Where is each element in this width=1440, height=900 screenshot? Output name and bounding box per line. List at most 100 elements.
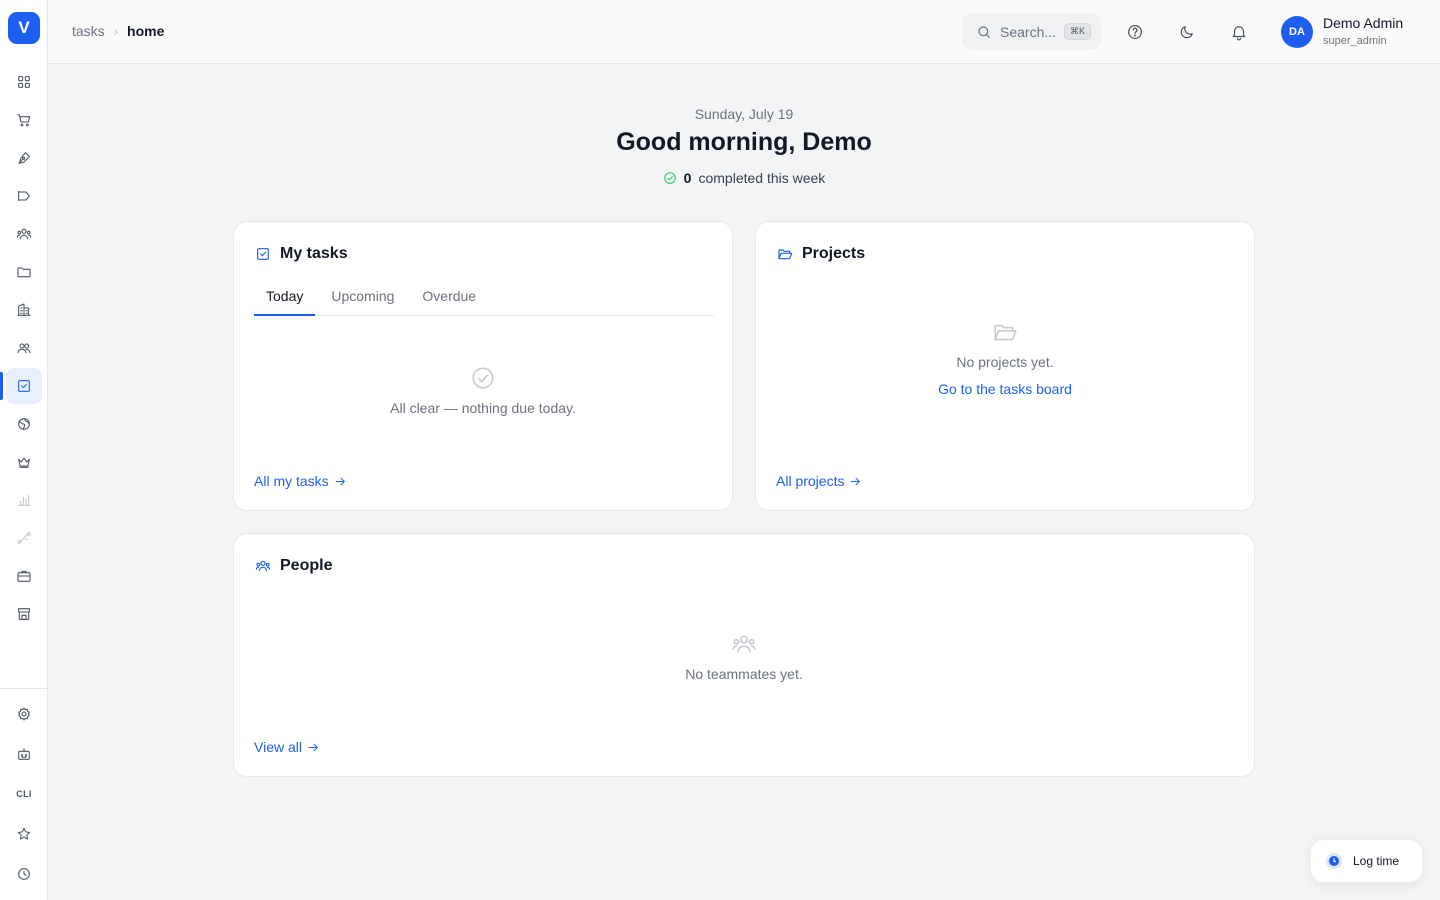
arrow-right-icon	[308, 743, 318, 751]
theme-toggle-button[interactable]	[1173, 18, 1201, 46]
projects-header: Projects	[777, 245, 865, 263]
search-input[interactable]: Search... ⌘K	[962, 13, 1101, 50]
pen-nib-icon	[18, 152, 30, 164]
sidebar-item-tasks[interactable]	[6, 368, 42, 404]
tab-overdue[interactable]: Overdue	[410, 284, 488, 316]
view-all-people-link[interactable]: View all	[254, 739, 320, 755]
view-all-label: View all	[254, 739, 302, 755]
megaphone-icon	[18, 190, 30, 202]
moon-icon	[1180, 26, 1193, 39]
sidebar-item-campaigns[interactable]	[6, 178, 42, 214]
timer-icon	[1326, 853, 1342, 869]
sidebar-item-membership[interactable]	[6, 444, 42, 480]
my-tasks-tabs: Today Upcoming Overdue	[254, 284, 714, 316]
sidebar-item-files[interactable]	[6, 254, 42, 290]
folder-open-icon	[756, 319, 1254, 350]
search-icon	[978, 25, 990, 38]
briefcase-icon	[17, 570, 31, 582]
people-header: People	[255, 557, 332, 575]
projects-empty-text: No projects yet.	[956, 354, 1054, 370]
search-shortcut: ⌘K	[1064, 23, 1092, 40]
folder-open-icon	[778, 249, 793, 260]
checkbox-icon	[257, 248, 269, 260]
arrow-right-icon	[851, 477, 861, 485]
sidebar-item-cli[interactable]: CLI	[6, 776, 42, 812]
route-icon	[17, 532, 31, 544]
tab-today[interactable]: Today	[254, 284, 316, 316]
users-icon	[16, 228, 32, 240]
avatar-initials: DA	[1289, 26, 1305, 38]
help-circle-icon	[1128, 25, 1142, 39]
bar-chart-icon	[18, 494, 30, 506]
sidebar: V CLI	[0, 0, 48, 900]
projects-title: Projects	[802, 245, 866, 262]
sidebar-divider	[0, 688, 48, 689]
my-tasks-title: My tasks	[280, 245, 348, 262]
star-icon	[17, 827, 31, 840]
sidebar-item-shop[interactable]	[6, 102, 42, 138]
search-placeholder: Search...	[1000, 23, 1057, 40]
breadcrumb-current: home	[127, 23, 165, 39]
gear-icon	[18, 707, 30, 721]
active-indicator	[0, 372, 3, 400]
all-projects-label: All projects	[776, 473, 845, 489]
breadcrumb: tasks › home	[72, 23, 164, 39]
sidebar-item-favorites[interactable]	[6, 816, 42, 852]
weekly-completed-stat: 0 completed this week	[48, 170, 1440, 186]
store-icon	[18, 608, 30, 620]
completed-count: 0	[683, 170, 692, 186]
sidebar-item-content[interactable]	[6, 140, 42, 176]
all-my-tasks-link[interactable]: All my tasks	[254, 473, 347, 489]
user-role: super_admin	[1323, 35, 1387, 47]
people-empty-text: No teammates yet.	[685, 666, 803, 682]
notifications-button[interactable]	[1225, 18, 1253, 46]
check-circle-icon	[663, 172, 676, 184]
my-tasks-empty-state: All clear — nothing due today.	[234, 365, 732, 416]
sidebar-item-integrations[interactable]	[6, 520, 42, 556]
chevron-right-icon: ›	[113, 23, 119, 39]
sidebar-item-storefront[interactable]	[6, 596, 42, 632]
sidebar-item-companies[interactable]	[6, 292, 42, 328]
team-icon	[17, 343, 31, 354]
my-tasks-header: My tasks	[255, 245, 348, 263]
sidebar-item-users[interactable]	[6, 216, 42, 252]
users-icon	[234, 631, 1254, 662]
crown-icon	[18, 457, 30, 468]
log-time-label: Log time	[1353, 854, 1400, 868]
people-empty-state: No teammates yet.	[234, 631, 1254, 682]
my-tasks-empty-text: All clear — nothing due today.	[390, 400, 576, 416]
all-projects-link[interactable]: All projects	[776, 473, 862, 489]
completed-label: completed this week	[698, 170, 826, 186]
app-logo[interactable]: V	[8, 12, 40, 44]
users-icon	[255, 560, 271, 572]
tasks-board-link[interactable]: Go to the tasks board	[938, 381, 1072, 397]
building-icon	[17, 303, 31, 316]
globe-icon	[18, 418, 30, 430]
projects-empty-state: No projects yet. Go to the tasks board	[756, 319, 1254, 399]
sidebar-item-bot[interactable]	[6, 736, 42, 772]
tab-upcoming[interactable]: Upcoming	[319, 284, 406, 316]
check-circle-icon	[234, 365, 732, 396]
sidebar-item-settings[interactable]	[6, 696, 42, 732]
log-time-button[interactable]: Log time	[1310, 839, 1423, 883]
avatar[interactable]: DA	[1281, 16, 1313, 48]
clock-icon	[18, 868, 30, 880]
checkbox-icon	[18, 380, 30, 392]
sidebar-item-jobs[interactable]	[6, 558, 42, 594]
user-name[interactable]: Demo Admin	[1323, 15, 1403, 31]
sidebar-item-history[interactable]	[6, 856, 42, 892]
sidebar-item-sites[interactable]	[6, 406, 42, 442]
cart-icon	[17, 114, 31, 127]
grid-icon	[18, 76, 30, 88]
people-card: People No teammates yet. View all	[233, 533, 1255, 777]
greeting-date: Sunday, July 19	[694, 106, 794, 122]
help-button[interactable]	[1121, 18, 1149, 46]
sidebar-item-dashboard[interactable]	[6, 64, 42, 100]
breadcrumb-parent[interactable]: tasks	[72, 23, 105, 39]
logo-letter: V	[18, 18, 30, 37]
sidebar-item-analytics[interactable]	[6, 482, 42, 518]
all-my-tasks-label: All my tasks	[254, 473, 329, 489]
bell-icon	[1232, 26, 1246, 41]
folder-icon	[17, 267, 31, 278]
sidebar-item-team[interactable]	[6, 330, 42, 366]
